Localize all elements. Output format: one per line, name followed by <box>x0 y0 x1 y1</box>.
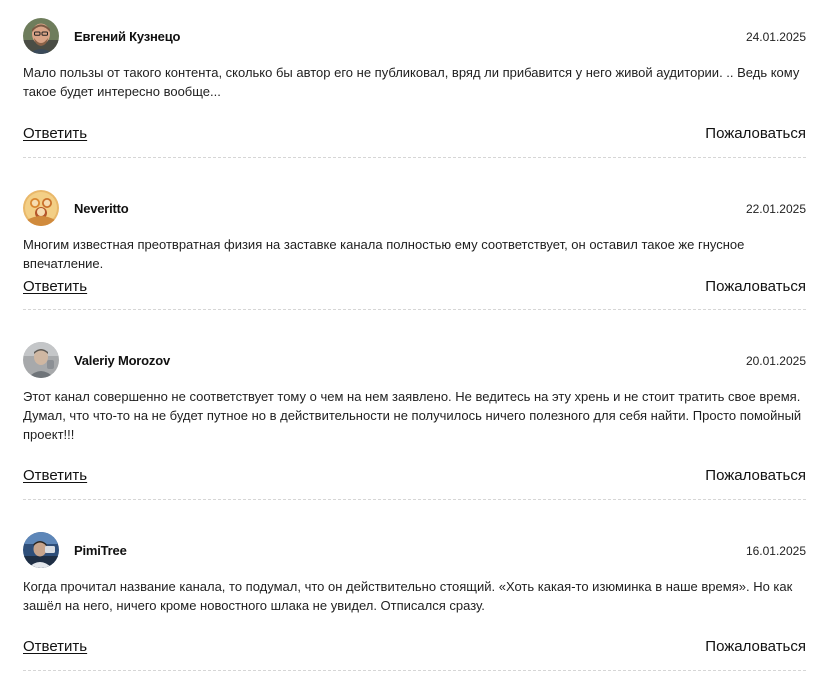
comment-item: PimiTree 16.01.2025 Когда прочитал назва… <box>23 532 806 671</box>
comment-author: PimiTree <box>74 543 127 558</box>
comment-author: Valeriy Morozov <box>74 353 170 368</box>
comment-date: 20.01.2025 <box>745 354 806 368</box>
comment-text: Этот канал совершенно не соответствует т… <box>23 389 802 442</box>
reply-button[interactable]: Ответить <box>23 467 87 484</box>
user-avatar-icon[interactable] <box>23 18 59 54</box>
report-button[interactable]: Пожаловаться <box>705 467 806 484</box>
comment-actions: Ответить Пожаловаться <box>23 467 806 487</box>
user-avatar-icon[interactable] <box>23 190 59 226</box>
comment-date: 16.01.2025 <box>745 544 806 558</box>
report-button[interactable]: Пожаловаться <box>705 125 806 142</box>
user-avatar-icon[interactable] <box>23 342 59 378</box>
comment-text: Мало пользы от такого контента, сколько … <box>23 65 800 99</box>
comment-text: Многим известная преотвратная физия на з… <box>23 237 745 271</box>
comment-item: Neveritto 22.01.2025 Многим известная пр… <box>23 190 806 310</box>
comment-date: 24.01.2025 <box>745 30 806 44</box>
report-button[interactable]: Пожаловаться <box>705 278 806 295</box>
reply-button[interactable]: Ответить <box>23 125 87 142</box>
comment-text: Когда прочитал название канала, то подум… <box>23 579 793 613</box>
comment-header: Neveritto 22.01.2025 <box>23 190 806 226</box>
comment-author: Евгений Кузнецо <box>74 29 181 44</box>
comment-actions: Ответить Пожаловаться <box>23 638 806 658</box>
reply-button[interactable]: Ответить <box>23 278 87 295</box>
comment-actions: Ответить Пожаловаться <box>23 278 806 298</box>
report-button[interactable]: Пожаловаться <box>705 638 806 655</box>
comment-date: 22.01.2025 <box>745 202 806 216</box>
comment-header: Valeriy Morozov 20.01.2025 <box>23 342 806 378</box>
comment-author: Neveritto <box>74 201 129 216</box>
comment-item: Valeriy Morozov 20.01.2025 Этот канал со… <box>23 342 806 500</box>
comment-header: PimiTree 16.01.2025 <box>23 532 806 568</box>
comment-item: Евгений Кузнецо 24.01.2025 Мало пользы о… <box>23 18 806 158</box>
reply-button[interactable]: Ответить <box>23 638 87 655</box>
user-avatar-icon[interactable] <box>23 532 59 568</box>
comment-header: Евгений Кузнецо 24.01.2025 <box>23 18 806 54</box>
comment-actions: Ответить Пожаловаться <box>23 125 806 145</box>
